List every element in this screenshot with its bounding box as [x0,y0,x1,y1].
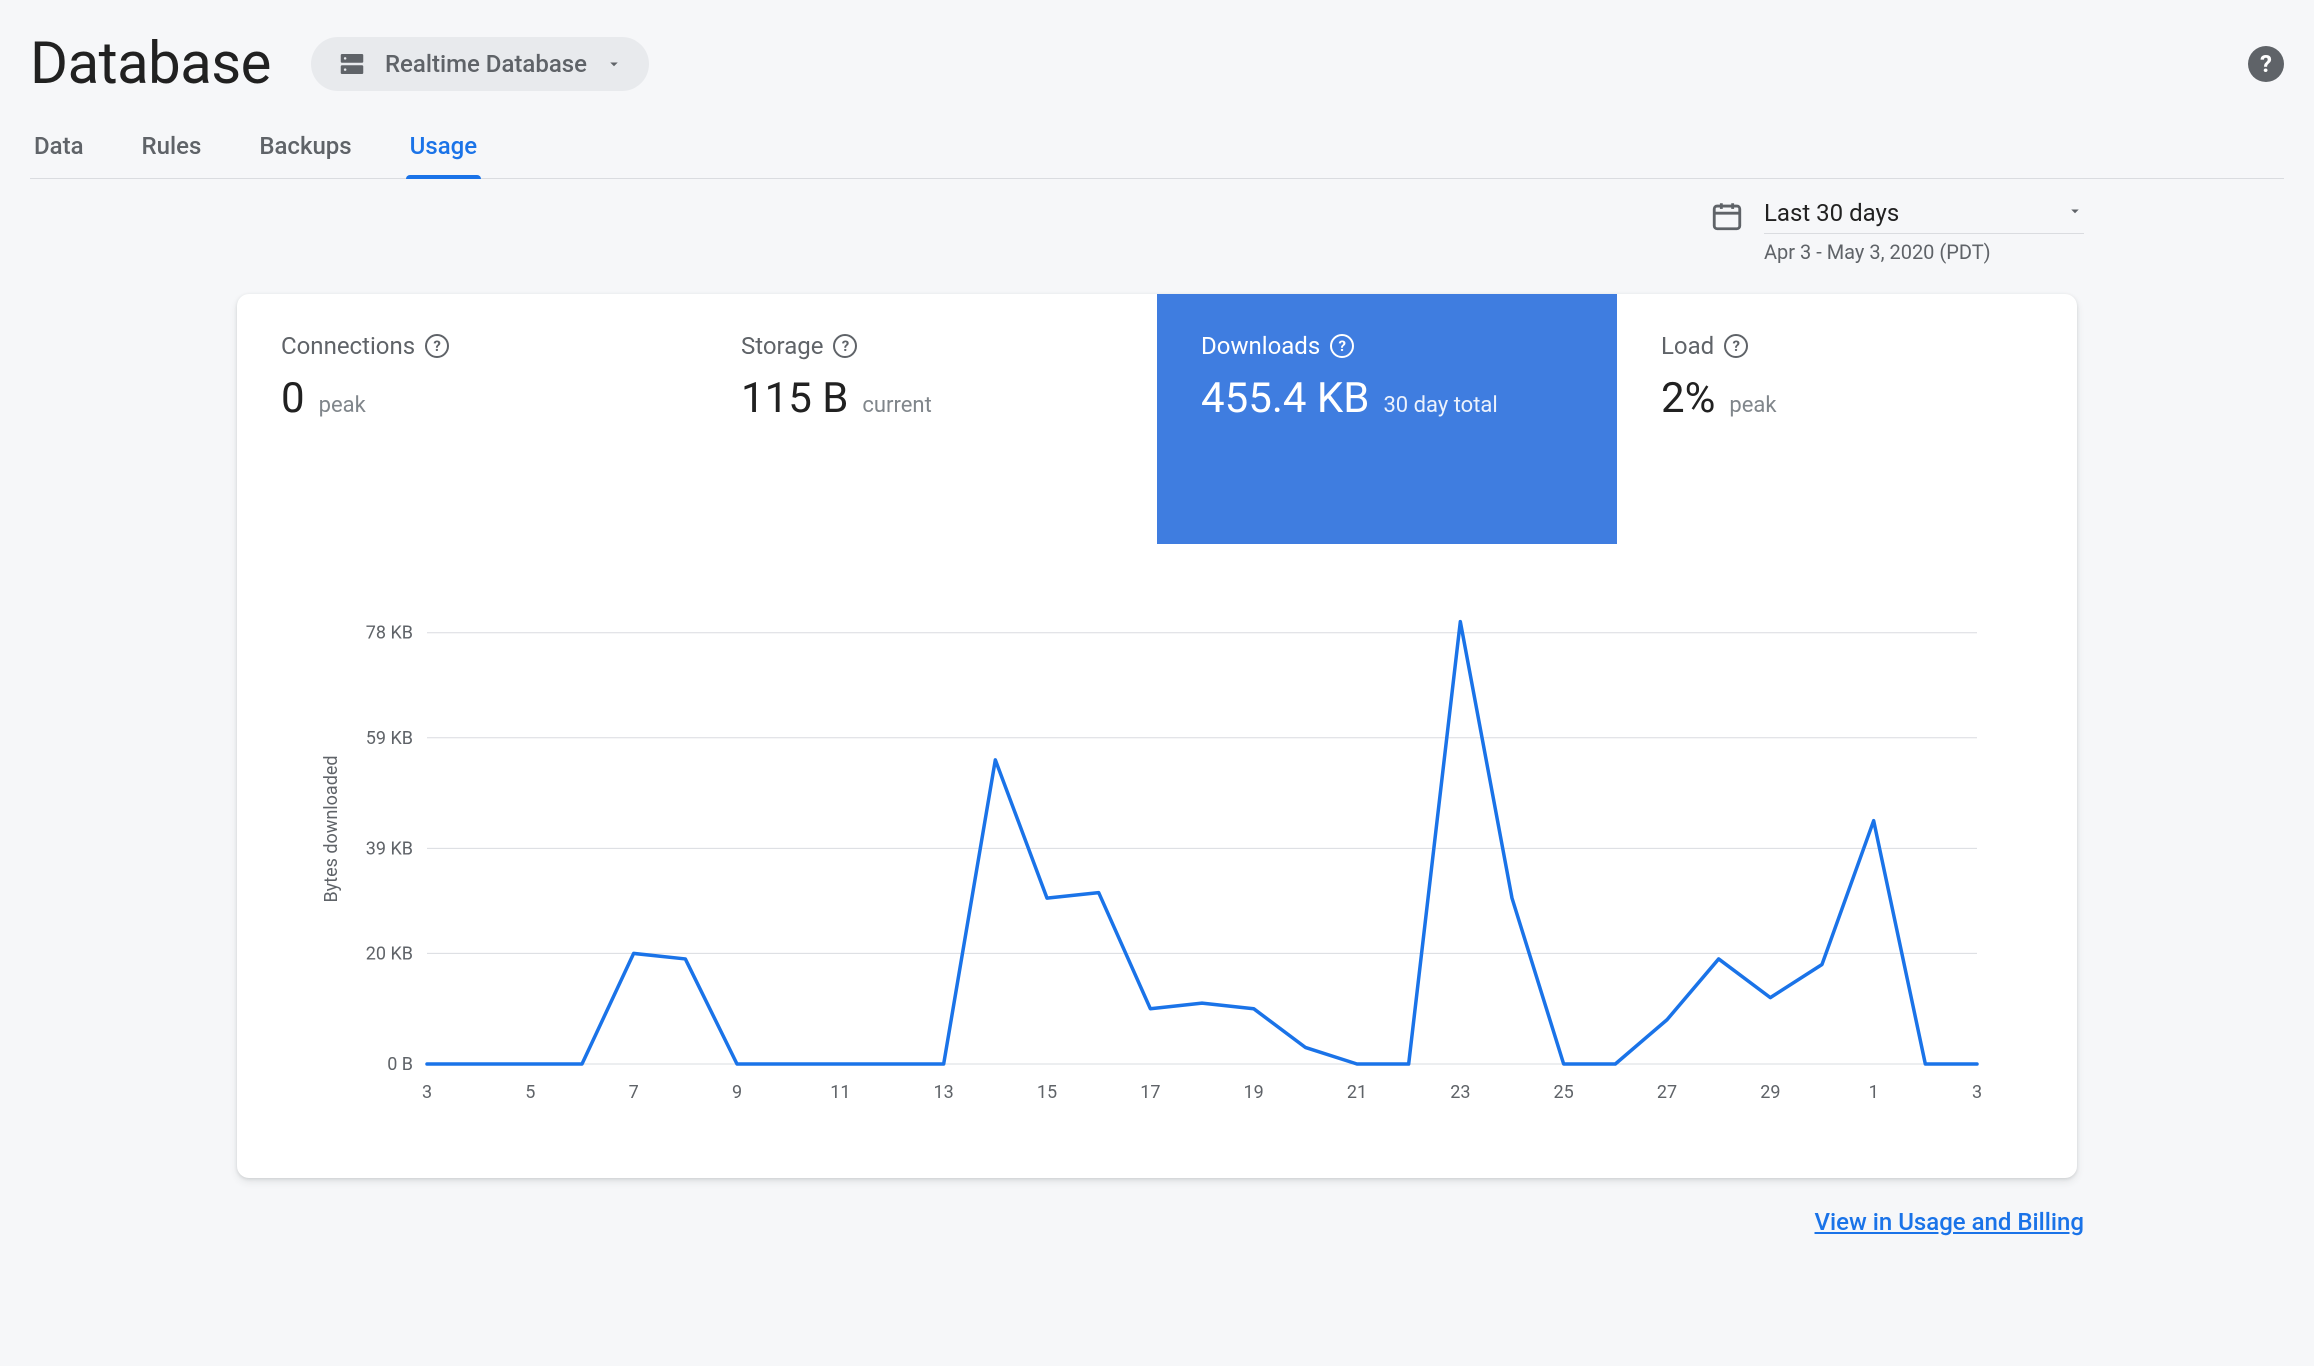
date-range-label: Last 30 days [1764,199,1899,227]
svg-text:Bytes downloaded: Bytes downloaded [321,755,342,902]
svg-text:78 KB: 78 KB [366,623,413,644]
svg-text:20 KB: 20 KB [366,943,413,964]
tab-usage[interactable]: Usage [406,118,481,178]
usage-card: Connections ? 0 peak Storage ? 115 B cur… [237,294,2077,1178]
svg-text:9: 9 [732,1082,742,1103]
metric-downloads[interactable]: Downloads ? 455.4 KB 30 day total [1157,294,1617,544]
metric-storage[interactable]: Storage ? 115 B current [697,294,1157,544]
svg-text:5: 5 [525,1082,535,1103]
svg-text:19: 19 [1244,1082,1264,1103]
metric-value: 0 [281,374,305,423]
svg-text:7: 7 [629,1082,639,1103]
metric-load[interactable]: Load ? 2% peak [1617,294,2077,544]
metric-sublabel: current [862,393,931,418]
database-icon [337,49,367,79]
downloads-chart: 0 B20 KB39 KB59 KB78 KB35791113151719212… [237,544,2077,1178]
metric-connections[interactable]: Connections ? 0 peak [237,294,697,544]
help-circle-icon[interactable]: ? [425,334,449,358]
metric-sublabel: 30 day total [1383,393,1497,418]
tabs-bar: Data Rules Backups Usage [30,118,2284,179]
svg-text:21: 21 [1347,1082,1367,1103]
svg-text:3: 3 [422,1082,432,1103]
svg-text:17: 17 [1140,1082,1160,1103]
svg-text:39 KB: 39 KB [366,838,413,859]
tab-rules[interactable]: Rules [138,118,206,178]
metric-title-label: Load [1661,332,1714,360]
date-range-sublabel: Apr 3 - May 3, 2020 (PDT) [1764,234,2084,264]
metric-sublabel: peak [319,393,366,418]
tab-backups[interactable]: Backups [255,118,355,178]
svg-text:11: 11 [830,1082,850,1103]
metric-title-label: Connections [281,332,415,360]
metrics-row: Connections ? 0 peak Storage ? 115 B cur… [237,294,2077,544]
svg-text:0 B: 0 B [387,1054,413,1075]
metric-title-label: Downloads [1201,332,1320,360]
help-circle-icon[interactable]: ? [833,334,857,358]
page-title: Database [30,30,271,98]
svg-text:23: 23 [1450,1082,1470,1103]
svg-text:15: 15 [1037,1082,1057,1103]
database-selector-dropdown[interactable]: Realtime Database [311,37,649,91]
svg-text:1: 1 [1869,1082,1879,1103]
view-usage-billing-link[interactable]: View in Usage and Billing [1815,1208,2084,1236]
date-range-picker[interactable]: Last 30 days Apr 3 - May 3, 2020 (PDT) [1764,199,2084,264]
svg-text:25: 25 [1554,1082,1574,1103]
svg-text:59 KB: 59 KB [366,728,413,749]
chevron-down-icon [605,55,623,73]
tab-data[interactable]: Data [30,118,88,178]
chevron-down-icon [2066,202,2084,224]
metric-value: 455.4 KB [1201,374,1369,423]
metric-value: 115 B [741,374,848,423]
svg-text:29: 29 [1760,1082,1780,1103]
help-circle-icon[interactable]: ? [1330,334,1354,358]
help-icon[interactable]: ? [2248,46,2284,82]
metric-value: 2% [1661,374,1715,423]
calendar-icon [1710,199,1744,233]
help-circle-icon[interactable]: ? [1724,334,1748,358]
metric-title-label: Storage [741,332,823,360]
database-selector-label: Realtime Database [385,50,587,78]
svg-text:27: 27 [1657,1082,1677,1103]
svg-text:3: 3 [1972,1082,1982,1103]
svg-text:13: 13 [934,1082,954,1103]
metric-sublabel: peak [1729,393,1776,418]
